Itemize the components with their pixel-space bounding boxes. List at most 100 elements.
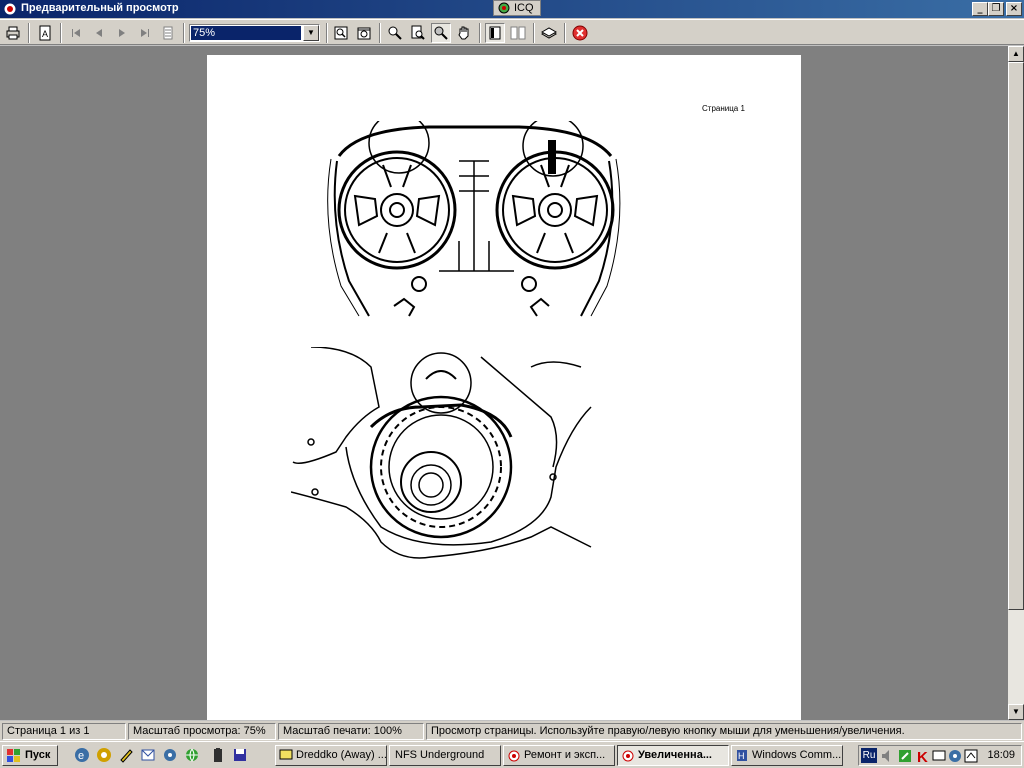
print-button[interactable]: [3, 23, 23, 43]
language-indicator[interactable]: Ru: [861, 748, 877, 763]
system-tray: Ru K 18:09: [858, 745, 1022, 766]
zoom-out-icon: [411, 25, 425, 40]
zoom-fit-icon: [334, 26, 348, 40]
prev-page-button[interactable]: [89, 23, 109, 43]
preview-area[interactable]: Страница 1: [0, 46, 1008, 720]
page-button[interactable]: [158, 23, 178, 43]
clock[interactable]: 18:09: [987, 749, 1015, 761]
task-remont[interactable]: Ремонт и эксп...: [503, 745, 615, 766]
one-page-icon: [489, 26, 501, 40]
next-page-button[interactable]: [112, 23, 132, 43]
vertical-scrollbar[interactable]: ▲ ▼: [1008, 46, 1024, 720]
outlook-icon[interactable]: [140, 747, 156, 763]
zoom-fit-button[interactable]: [331, 23, 351, 43]
two-pages-icon: [510, 26, 526, 40]
ie-icon[interactable]: e: [74, 747, 90, 763]
title-bar: Предварительный просмотр ICQ _ ❐ ×: [0, 0, 1024, 18]
globe-icon[interactable]: [184, 747, 200, 763]
zoom-value: 75%: [191, 26, 301, 40]
magnifier-button[interactable]: [431, 23, 451, 43]
svg-text:H: H: [738, 751, 745, 761]
scroll-thumb[interactable]: [1008, 62, 1024, 610]
window-title: Предварительный просмотр: [21, 2, 179, 14]
scroll-up-button[interactable]: ▲: [1008, 46, 1024, 62]
prev-page-icon: [96, 29, 102, 37]
zoom-out-button[interactable]: [408, 23, 428, 43]
status-print-scale: Масштаб печати: 100%: [278, 723, 424, 740]
svg-text:e: e: [78, 750, 84, 762]
camshaft-pulleys-drawing: [327, 121, 621, 317]
layers-icon: [541, 27, 557, 39]
zoom-in-icon: [388, 26, 402, 40]
media-icon[interactable]: [96, 747, 112, 763]
battery-icon[interactable]: [210, 747, 226, 763]
status-page-info: Страница 1 из 1: [2, 723, 126, 740]
svg-text:K: K: [917, 749, 928, 764]
task-label: Увеличенна...: [638, 749, 712, 761]
status-view-scale: Масштаб просмотра: 75%: [128, 723, 276, 740]
commander-icon: H: [737, 750, 747, 761]
toolbar: A 75% ▼: [0, 19, 1024, 45]
save-disk-icon[interactable]: [232, 747, 248, 763]
minimize-button[interactable]: _: [972, 2, 988, 16]
first-page-button[interactable]: [66, 23, 86, 43]
taskbar: Пуск e Dreddko (Away) ... NFS Undergroun…: [0, 741, 1024, 768]
preview-app-icon: [622, 750, 634, 762]
layers-button[interactable]: [539, 23, 559, 43]
icq-flower-icon: [498, 2, 510, 14]
task-label: Windows Comm...: [752, 749, 842, 761]
chevron-down-icon[interactable]: ▼: [303, 25, 319, 41]
pencil-icon[interactable]: [118, 747, 134, 763]
first-page-icon: [72, 29, 80, 37]
messenger-icon[interactable]: [162, 747, 178, 763]
preview-page[interactable]: Страница 1: [207, 55, 801, 720]
status-bar: Страница 1 из 1 Масштаб просмотра: 75% М…: [0, 721, 1024, 741]
sound-icon[interactable]: [879, 748, 895, 764]
page-icon: [163, 26, 173, 40]
task-nfs[interactable]: NFS Underground: [389, 745, 501, 766]
zoom-width-button[interactable]: [354, 23, 374, 43]
hand-button[interactable]: [454, 23, 474, 43]
magnifier-icon: [434, 26, 448, 40]
chat-icon: [279, 749, 293, 760]
icq-indicator[interactable]: ICQ: [493, 0, 541, 16]
monitor-icon[interactable]: [931, 748, 947, 764]
windows-logo-icon: [7, 749, 20, 762]
crankshaft-pulley-drawing: [291, 347, 592, 559]
page-setup-button[interactable]: A: [35, 23, 55, 43]
task-windows-commander[interactable]: H Windows Comm...: [731, 745, 843, 766]
zoom-select[interactable]: 75% ▼: [189, 24, 320, 42]
restore-button[interactable]: ❐: [988, 2, 1004, 16]
last-page-icon: [141, 29, 149, 37]
icq-label: ICQ: [514, 2, 534, 14]
close-preview-button[interactable]: [570, 23, 590, 43]
close-icon: [572, 25, 588, 41]
start-label: Пуск: [25, 749, 51, 761]
zoom-in-button[interactable]: [385, 23, 405, 43]
start-button[interactable]: Пуск: [2, 745, 58, 766]
next-page-icon: [119, 29, 125, 37]
page-setup-icon: A: [39, 25, 51, 41]
status-hint: Просмотр страницы. Используйте правую/ле…: [426, 723, 1022, 740]
svg-text:A: A: [42, 29, 48, 39]
hand-icon: [458, 26, 469, 40]
task-label: Dreddko (Away) ...: [296, 749, 387, 761]
scheduler-icon[interactable]: [963, 748, 979, 764]
task-dreddko[interactable]: Dreddko (Away) ...: [275, 745, 387, 766]
messenger-tray-icon[interactable]: [947, 748, 963, 764]
zoom-width-icon: [357, 27, 371, 40]
scroll-down-button[interactable]: ▼: [1008, 704, 1024, 720]
task-preview[interactable]: Увеличенна...: [617, 745, 729, 766]
one-page-button[interactable]: [485, 23, 505, 43]
two-pages-button[interactable]: [508, 23, 528, 43]
app-icon: [3, 2, 17, 16]
close-window-button[interactable]: ×: [1006, 2, 1022, 16]
last-page-button[interactable]: [135, 23, 155, 43]
task-label: NFS Underground: [395, 749, 485, 761]
print-icon: [6, 26, 20, 40]
document-app-icon: [508, 750, 520, 762]
antivirus-icon[interactable]: K: [915, 748, 931, 764]
task-label: Ремонт и эксп...: [524, 749, 606, 761]
page-number-label: Страница 1: [702, 104, 745, 113]
network-icon[interactable]: [897, 748, 913, 764]
